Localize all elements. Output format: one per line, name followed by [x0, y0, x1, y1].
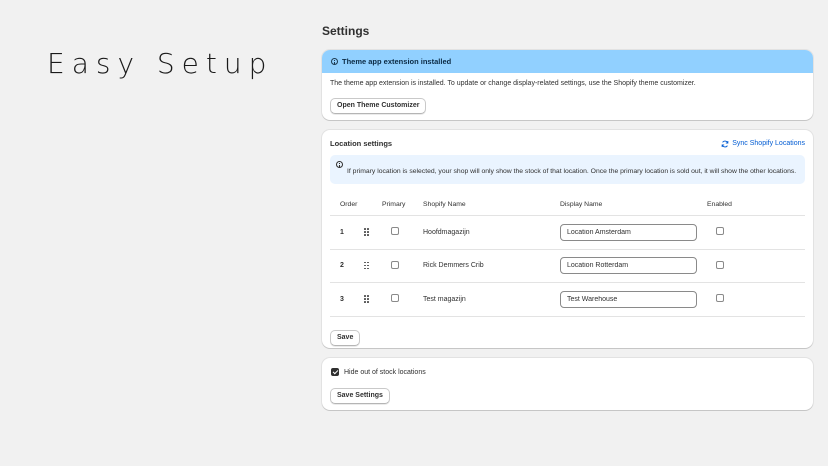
location-settings-card: Location settings Sync Shopify Locations… [322, 130, 813, 348]
save-settings-button[interactable]: Save Settings [330, 388, 390, 404]
theme-extension-text: The theme app extension is installed. To… [330, 80, 696, 87]
open-theme-customizer-button[interactable]: Open Theme Customizer [330, 98, 427, 114]
drag-handle-icon[interactable] [364, 261, 370, 270]
info-icon [331, 58, 338, 65]
theme-extension-banner: Theme app extension installed [322, 50, 813, 73]
row-order: 1 [340, 228, 344, 236]
hide-out-of-stock-checkbox[interactable] [331, 368, 339, 376]
banner-title: Theme app extension installed [342, 57, 452, 66]
table-row: 3 Test magazijn [330, 283, 805, 317]
sync-shopify-locations-link[interactable]: Sync Shopify Locations [721, 140, 805, 148]
notice-text: If primary location is selected, your sh… [347, 168, 797, 175]
hide-out-of-stock-label: Hide out of stock locations [344, 368, 426, 376]
enabled-checkbox[interactable] [716, 260, 724, 269]
row-order: 3 [340, 295, 344, 303]
primary-checkbox[interactable] [391, 294, 399, 303]
display-name-input[interactable] [560, 257, 697, 275]
column-shopify-name: Shopify Name [423, 200, 466, 208]
column-order: Order [340, 200, 358, 208]
row-order: 2 [340, 262, 344, 270]
primary-checkbox[interactable] [391, 227, 399, 236]
locations-table: Order Primary Shopify Name Display Name … [330, 193, 805, 317]
page-title: Settings [322, 24, 370, 38]
save-button[interactable]: Save [330, 330, 361, 346]
column-enabled: Enabled [707, 200, 732, 208]
primary-location-notice: If primary location is selected, your sh… [330, 155, 805, 184]
table-header: Order Primary Shopify Name Display Name … [330, 193, 805, 216]
table-row: 1 Hoofdmagazijn [330, 216, 805, 250]
primary-checkbox[interactable] [391, 260, 399, 269]
shopify-name: Hoofdmagazijn [423, 228, 470, 236]
enabled-checkbox[interactable] [716, 294, 724, 303]
location-settings-title: Location settings [330, 139, 393, 148]
display-name-input[interactable] [560, 223, 697, 241]
refresh-icon [721, 140, 729, 147]
hide-out-of-stock-card: Hide out of stock locations Save Setting… [322, 358, 813, 410]
theme-extension-card: Theme app extension installed The theme … [322, 50, 813, 120]
column-display-name: Display Name [560, 200, 603, 208]
info-icon [336, 161, 343, 168]
sync-label: Sync Shopify Locations [732, 140, 805, 147]
shopify-name: Test magazijn [423, 295, 466, 303]
drag-handle-icon[interactable] [364, 228, 370, 236]
column-primary: Primary [382, 200, 406, 208]
enabled-checkbox[interactable] [716, 227, 724, 236]
hero-title: Easy Setup [47, 47, 274, 80]
table-row: 2 Rick Demmers Crib [330, 250, 805, 283]
display-name-input[interactable] [560, 290, 697, 308]
drag-handle-icon[interactable] [364, 295, 370, 303]
shopify-name: Rick Demmers Crib [423, 262, 484, 270]
